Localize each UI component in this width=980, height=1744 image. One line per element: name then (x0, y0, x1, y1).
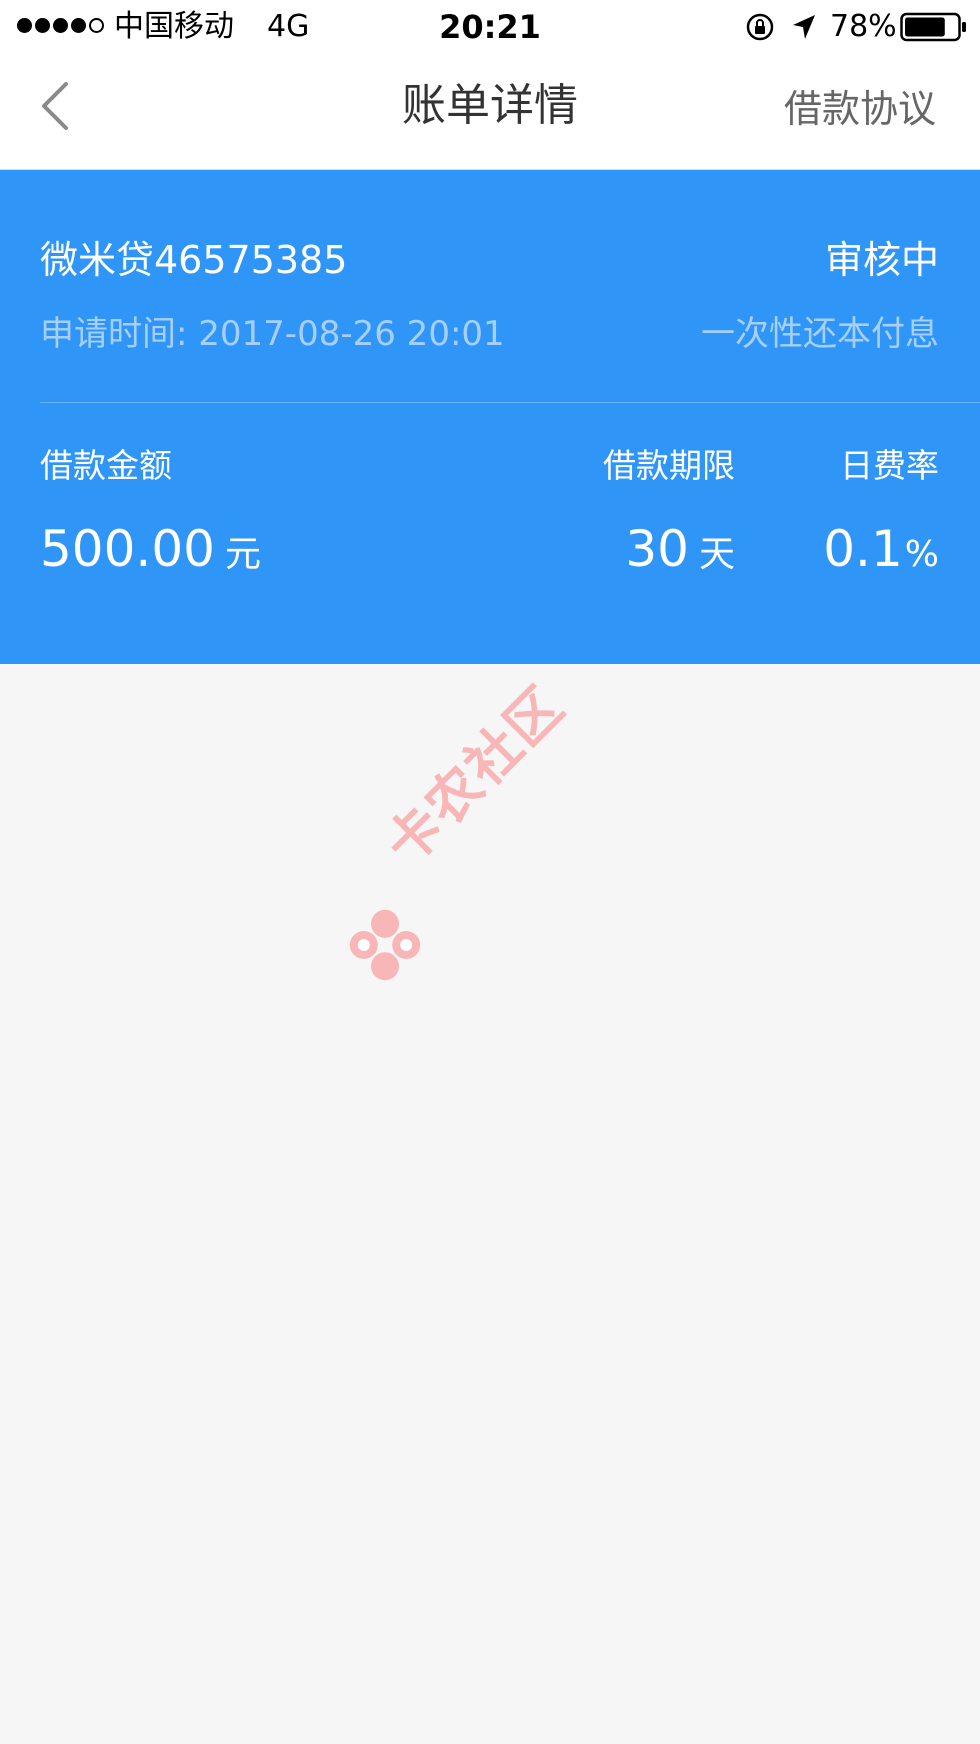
status-time: 20:21 (439, 8, 541, 46)
location-arrow-icon (793, 15, 815, 39)
rate-value-group: 0.1% (823, 516, 939, 588)
loan-agreement-link[interactable]: 借款协议 (784, 84, 936, 134)
term-value: 30 (625, 520, 689, 578)
card-divider (40, 402, 980, 403)
battery-icon (900, 12, 966, 42)
rotation-lock-icon (746, 13, 774, 41)
network-type: 4G (267, 9, 310, 44)
signal-dot (17, 18, 32, 33)
page-title: 账单详情 (402, 80, 578, 131)
signal-dot (71, 18, 86, 33)
term-value-group: 30 天 (625, 516, 735, 588)
rate-unit: % (904, 534, 939, 575)
repayment-type: 一次性还本付息 (701, 314, 939, 354)
amount-label: 借款金额 (40, 446, 172, 485)
amount-unit: 元 (224, 534, 261, 575)
amount-value: 500.00 (40, 520, 215, 578)
term-unit: 天 (698, 534, 735, 575)
watermark-text: 卡农社区 (373, 673, 577, 877)
back-chevron-icon[interactable] (30, 76, 90, 136)
status-bar: 中国移动 4G 20:21 78% (0, 0, 980, 54)
loan-status-badge: 审核中 (824, 238, 939, 282)
signal-dot-empty (89, 18, 104, 33)
battery-level-fill (905, 17, 945, 37)
term-label: 借款期限 (603, 446, 735, 485)
watermark: 卡农社区 (340, 674, 620, 1000)
signal-strength-icon (17, 18, 104, 33)
loan-product-id: 微米贷46575385 (40, 238, 348, 282)
apply-time-value: 2017-08-26 20:01 (198, 314, 505, 354)
navigation-bar: 账单详情 借款协议 (0, 54, 980, 170)
rate-label: 日费率 (840, 446, 939, 485)
battery-percentage: 78% (830, 9, 897, 44)
watermark-logo-icon (349, 909, 421, 981)
carrier-name: 中国移动 (114, 9, 234, 44)
amount-value-group: 500.00 元 (40, 516, 261, 588)
rate-value: 0.1 (823, 520, 903, 578)
signal-dot (35, 18, 50, 33)
apply-time-label: 申请时间: (40, 314, 188, 354)
loan-summary-card: 微米贷46575385 审核中 申请时间: 2017-08-26 20:01 一… (0, 170, 980, 664)
apply-time-row: 申请时间: 2017-08-26 20:01 (40, 312, 505, 356)
signal-dot (53, 18, 68, 33)
